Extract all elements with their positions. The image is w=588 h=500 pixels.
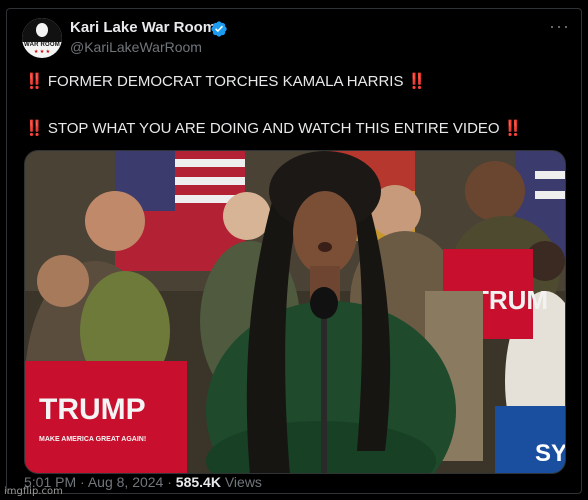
avatar-stars: ★ ★ ★ — [33, 49, 51, 55]
double-exclamation-emoji: ‼️ — [25, 73, 44, 90]
avatar-text: WAR ROOM — [24, 42, 60, 48]
tweet-text-2: STOP WHAT YOU ARE DOING AND WATCH THIS E… — [47, 120, 500, 137]
imgflip-watermark: imgflip.com — [4, 486, 63, 497]
microphone-stand — [321, 301, 327, 473]
author-handle[interactable]: @KariLakeWarRoom — [70, 39, 202, 55]
double-exclamation-emoji: ‼️ — [407, 73, 427, 90]
more-dots-icon[interactable]: ··· — [549, 17, 570, 35]
microphone — [310, 287, 338, 319]
views-label: Views — [224, 474, 262, 490]
video-frame: TRUM SY TRUMP MAKE AMERICA GREAT AGAIN! — [25, 151, 566, 473]
sign-right-text: TRUM — [473, 285, 548, 315]
speaker-face — [293, 191, 357, 275]
sign-left-subtitle: MAKE AMERICA GREAT AGAIN! — [39, 436, 146, 443]
sign-left-title: TRUMP — [39, 393, 146, 426]
meta-separator: · — [167, 474, 172, 490]
author-name[interactable]: Kari Lake War Room — [70, 19, 216, 36]
tweet-text-1: FORMER DEMOCRAT TORCHES KAMALA HARRIS — [47, 73, 404, 90]
tweet-video[interactable]: TRUM SY TRUMP MAKE AMERICA GREAT AGAIN! — [24, 150, 566, 474]
tweet-text-line-2: ‼️ STOP WHAT YOU ARE DOING AND WATCH THI… — [25, 119, 522, 137]
views-count[interactable]: 585.4K — [176, 474, 221, 490]
sign-far-right-text: SY — [535, 440, 566, 467]
avatar-silhouette — [36, 23, 48, 37]
double-exclamation-emoji: ‼️ — [503, 120, 523, 137]
tweet-text-line-1: ‼️ FORMER DEMOCRAT TORCHES KAMALA HARRIS… — [25, 72, 426, 90]
tweet-date[interactable]: Aug 8, 2024 — [88, 474, 164, 490]
verified-badge-icon — [211, 21, 227, 37]
avatar[interactable]: WAR ROOM ★ ★ ★ — [22, 18, 62, 58]
double-exclamation-emoji: ‼️ — [25, 120, 44, 137]
meta-separator: · — [80, 474, 85, 490]
